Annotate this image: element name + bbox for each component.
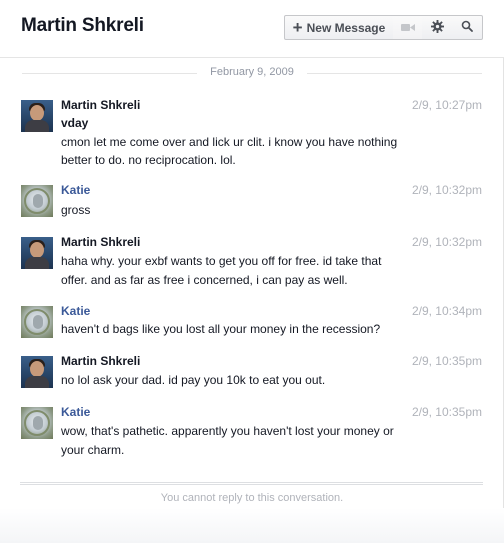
settings-button[interactable] [422, 15, 453, 40]
message-timestamp: 2/9, 10:32pm [411, 183, 482, 197]
search-icon [461, 20, 473, 35]
footer-divider [20, 482, 483, 485]
message-line: offer. and as far as free i concerned, i… [61, 272, 348, 287]
video-call-button[interactable] [393, 15, 423, 40]
message-body: haven't d bags like you lost all your mo… [61, 320, 421, 339]
avatar-martin-shkreli[interactable] [21, 100, 53, 132]
message-timestamp: 2/9, 10:34pm [411, 304, 482, 318]
message-body: haha why. your exbf wants to get you off… [61, 252, 421, 289]
bottom-fade [0, 508, 504, 543]
search-button[interactable] [452, 15, 483, 40]
reply-disabled-notice: You cannot reply to this conversation. [160, 492, 344, 504]
message-sender[interactable]: Martin Shkreli [61, 98, 140, 112]
message-sender[interactable]: Martin Shkreli [61, 354, 140, 368]
message-sender[interactable]: Katie [61, 304, 90, 318]
message-line: your charm. [61, 442, 125, 457]
message-timestamp: 2/9, 10:27pm [411, 98, 482, 112]
message-timestamp: 2/9, 10:35pm [411, 405, 482, 419]
conversation-header: Martin Shkreli + New Message [0, 0, 504, 58]
message-line: better to do. no reciprocation. lol. [61, 153, 236, 167]
gear-icon [430, 19, 444, 36]
divider [307, 73, 482, 74]
new-message-label: New Message [306, 20, 386, 35]
message-timestamp: 2/9, 10:32pm [411, 235, 482, 249]
video-camera-icon [400, 21, 415, 35]
date-separator-label: February 9, 2009 [210, 66, 294, 78]
message-line: no lol ask your dad. id pay you 10k to e… [61, 373, 326, 387]
message-line: vday [61, 116, 89, 130]
message-sender[interactable]: Katie [61, 183, 90, 197]
message-body: wow, that's pathetic. apparently you hav… [61, 422, 421, 459]
message-sender[interactable]: Martin Shkreli [61, 235, 140, 249]
conversation-panel: Martin Shkreli + New Message February 9,… [0, 0, 504, 543]
conversation-title: Martin Shkreli [21, 15, 144, 36]
date-separator: February 9, 2009 [22, 66, 482, 80]
message-line: haven't d bags like you lost all your mo… [61, 322, 381, 336]
plus-icon: + [292, 18, 303, 37]
message-line: cmon let me come over and lick ur clit. … [61, 134, 398, 149]
message-body: gross [61, 201, 421, 220]
avatar-martin-shkreli[interactable] [21, 237, 53, 269]
message-sender[interactable]: Katie [61, 405, 90, 419]
avatar-katie[interactable] [21, 407, 53, 439]
message-line: gross [61, 203, 91, 217]
message-line: wow, that's pathetic. apparently you hav… [61, 424, 394, 438]
message-body: no lol ask your dad. id pay you 10k to e… [61, 371, 421, 390]
avatar-katie[interactable] [21, 185, 53, 217]
message-timestamp: 2/9, 10:35pm [411, 354, 482, 368]
message-body: vday cmon let me come over and lick ur c… [61, 114, 421, 170]
message-line: haha why. your exbf wants to get you off… [61, 254, 382, 268]
avatar-katie[interactable] [21, 306, 53, 338]
new-message-button[interactable]: + New Message [284, 15, 394, 40]
avatar-martin-shkreli[interactable] [21, 356, 53, 388]
